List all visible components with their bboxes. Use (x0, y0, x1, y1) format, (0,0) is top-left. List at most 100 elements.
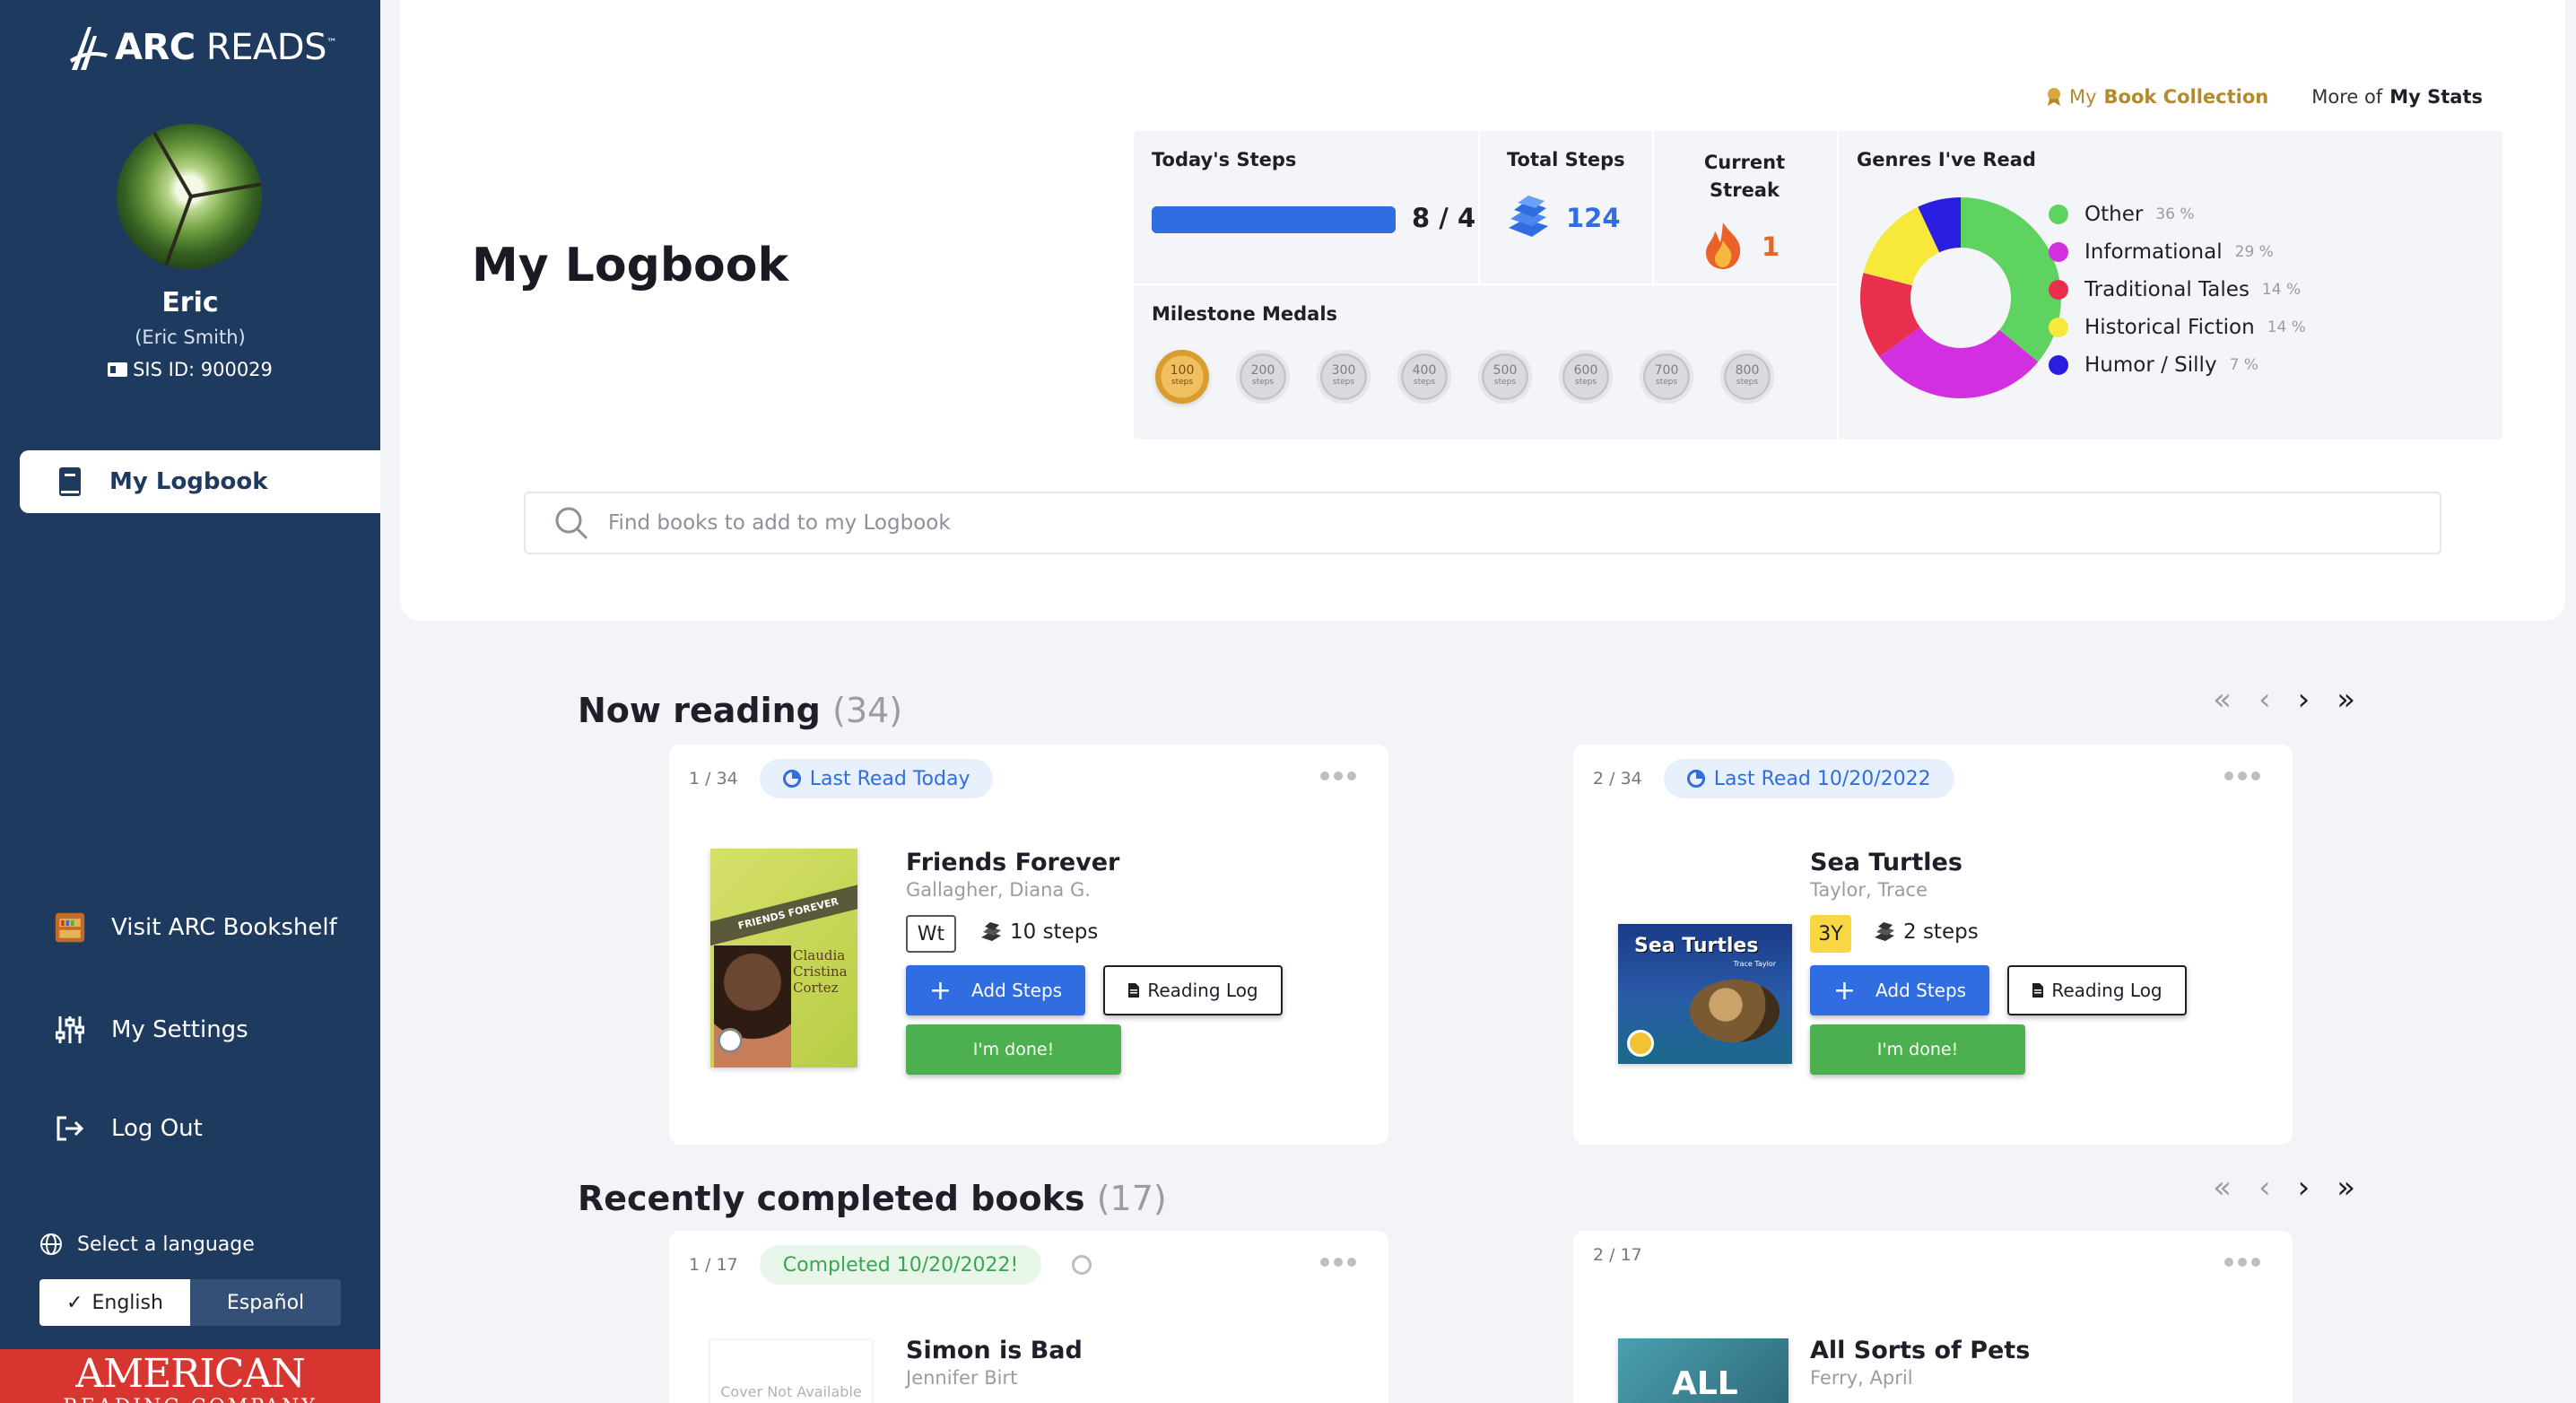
milestone-medal: 800 steps (1720, 350, 1774, 404)
book-steps-text: 2 steps (1903, 920, 1979, 944)
more-options-icon[interactable] (2224, 1258, 2260, 1267)
todays-steps-label: Today's Steps (1152, 149, 1297, 170)
book-cover[interactable]: ALL (1618, 1338, 1788, 1403)
add-steps-label: Add Steps (1875, 980, 1967, 1001)
recently-completed-count: (17) (1096, 1179, 1167, 1218)
book-collection-prefix: My (2069, 86, 2097, 108)
more-options-icon[interactable] (2224, 771, 2260, 780)
card-index: 2 / 17 (1593, 1245, 1642, 1265)
more-stats-link[interactable]: More of My Stats (2311, 86, 2483, 108)
card-index: 2 / 34 (1593, 769, 1642, 789)
completed-badge: Completed 10/20/2022! (759, 1245, 1042, 1285)
book-title[interactable]: Friends Forever (906, 849, 1119, 876)
first-page-icon[interactable]: « (2213, 1170, 2232, 1206)
streak-label-line1: Current (1703, 152, 1786, 173)
genre-name: Humor / Silly (2084, 353, 2217, 377)
divider (1478, 131, 1480, 283)
next-page-icon[interactable]: › (2298, 1170, 2311, 1206)
divider (1134, 283, 1837, 285)
header-panel: My Book Collection More of My Stats My Log… (400, 0, 2565, 621)
card-index: 1 / 34 (689, 769, 738, 789)
book-title[interactable]: Sea Turtles (1810, 849, 1962, 876)
genre-name: Historical Fiction (2084, 316, 2255, 339)
globe-icon (40, 1233, 62, 1255)
genre-color-dot (2049, 318, 2068, 337)
next-page-icon[interactable]: › (2298, 682, 2311, 718)
im-done-button[interactable]: I'm done! (1810, 1024, 2025, 1075)
sidebar-item-settings[interactable]: My Settings (54, 1014, 248, 1046)
im-done-button[interactable]: I'm done! (906, 1024, 1121, 1075)
book-cover[interactable]: FRIENDS FOREVER Claudia Cristina Cortez (710, 849, 857, 1068)
genre-percent: 14 % (2261, 281, 2302, 299)
milestone-medals-label: Milestone Medals (1152, 303, 1338, 325)
first-page-icon[interactable]: « (2213, 682, 2232, 718)
sidebar-item-logout[interactable]: Log Out (54, 1112, 203, 1145)
milestone-medal: 400 steps (1397, 350, 1451, 404)
book-cover[interactable]: Sea Turtles Trace Taylor (1618, 924, 1792, 1064)
medal-unit: steps (1736, 378, 1759, 387)
milestone-medal: 700 steps (1640, 350, 1693, 404)
card-header: 1 / 17 Completed 10/20/2022! (689, 1245, 1092, 1285)
stats-panel: Today's Steps 8 / 4 Total Steps 124 Curr… (1134, 131, 2502, 440)
cover-title: FRIENDS FOREVER (710, 882, 857, 946)
streak-label-line2: Streak (1710, 179, 1780, 201)
book-card: 1 / 34 Last Read Today FRIENDS FOREVER C… (669, 745, 1388, 1145)
streak-value: 1 (1762, 231, 1780, 262)
cover-subtitle: Trace Taylor (1733, 960, 1776, 968)
sidebar-item-my-logbook[interactable]: My Logbook (20, 450, 380, 513)
cover-subtitle: Claudia Cristina Cortez (793, 947, 848, 996)
medal-value: 100 (1170, 363, 1195, 378)
add-steps-button[interactable]: + Add Steps (906, 965, 1085, 1015)
user-full-name: (Eric Smith) (135, 327, 246, 348)
language-english-button[interactable]: ✓ English (39, 1279, 190, 1326)
book-icon (59, 467, 81, 496)
plus-icon: + (1832, 974, 1857, 1006)
book-title[interactable]: Simon is Bad (906, 1337, 1083, 1364)
my-book-collection-link[interactable]: My Book Collection (2046, 86, 2268, 108)
search-input[interactable] (608, 511, 2223, 535)
genre-color-dot (2049, 242, 2068, 262)
steps-icon (981, 922, 1001, 941)
prev-page-icon[interactable]: ‹ (2258, 1170, 2271, 1206)
american-reading-company-logo[interactable]: AMERICAN READING COMPANY (0, 1349, 380, 1403)
last-page-icon[interactable]: » (2337, 1170, 2355, 1206)
more-options-icon[interactable] (1320, 771, 1356, 780)
sidebar-item-label: Visit ARC Bookshelf (111, 914, 337, 941)
book-author: Jennifer Birt (906, 1367, 1018, 1389)
logout-icon (54, 1112, 86, 1145)
card-header: 2 / 34 Last Read 10/20/2022 (1593, 759, 1954, 798)
now-reading-title: Now reading (578, 691, 821, 730)
add-steps-button[interactable]: + Add Steps (1810, 965, 1989, 1015)
arc-reads-logo[interactable]: ARC READS™ (68, 23, 337, 72)
reading-log-button[interactable]: Reading Log (2007, 965, 2187, 1015)
more-stats-highlight: My Stats (2389, 86, 2483, 108)
more-options-icon[interactable] (1320, 1258, 1356, 1267)
prev-page-icon[interactable]: ‹ (2258, 682, 2271, 718)
sidebar-item-bookshelf[interactable]: Visit ARC Bookshelf (54, 911, 337, 944)
bookshelf-icon (54, 911, 86, 944)
cover-turtle (1690, 980, 1780, 1042)
document-icon (2032, 983, 2044, 998)
logo-arc-text: ARC (115, 27, 196, 68)
document-icon (1128, 983, 1140, 998)
card-index: 1 / 17 (689, 1255, 738, 1275)
level-seal-icon (718, 1028, 743, 1053)
reading-log-button[interactable]: Reading Log (1103, 965, 1283, 1015)
genre-name: Other (2084, 203, 2144, 226)
steps-icon (1875, 922, 1894, 941)
last-page-icon[interactable]: » (2337, 682, 2355, 718)
last-read-badge: Last Read Today (759, 759, 994, 798)
fire-icon (1706, 222, 1741, 269)
book-title[interactable]: All Sorts of Pets (1810, 1337, 2030, 1364)
sidebar-item-label: Log Out (111, 1115, 203, 1142)
genre-percent: 14 % (2267, 318, 2306, 336)
book-author: Gallagher, Diana G. (906, 879, 1091, 901)
now-reading-heading: Now reading (34) (578, 691, 902, 730)
milestone-medal: 500 steps (1478, 350, 1532, 404)
top-links: My Book Collection More of My Stats (2046, 86, 2483, 108)
sliders-icon (54, 1014, 86, 1046)
todays-steps-progress (1152, 206, 1396, 233)
language-espanol-button[interactable]: Español (190, 1279, 341, 1326)
book-steps: 10 steps (979, 920, 1098, 944)
medal-value: 300 (1331, 363, 1356, 378)
